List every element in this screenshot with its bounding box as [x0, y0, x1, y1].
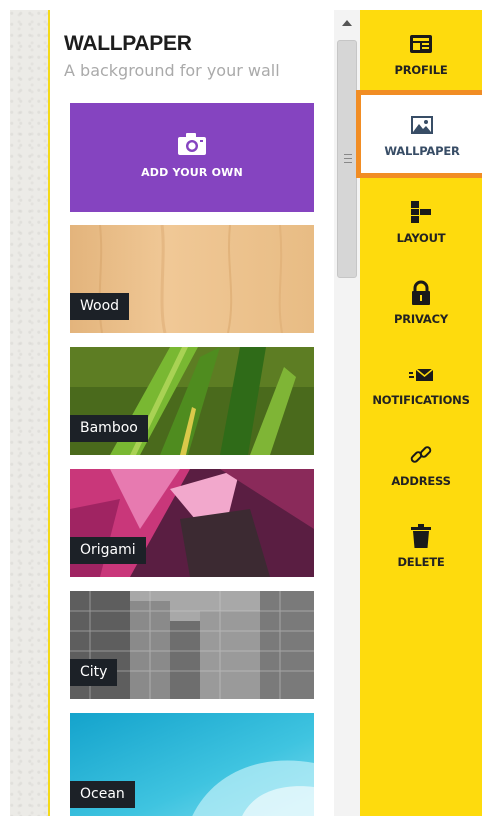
sidebar-item-label: LAYOUT: [396, 231, 446, 245]
tile-label: Wood: [70, 293, 130, 320]
sidebar-item-label: NOTIFICATIONS: [372, 393, 470, 407]
wallpaper-tile-wood[interactable]: Wood: [70, 225, 314, 333]
scroll-up-arrow-icon[interactable]: [342, 20, 352, 26]
sidebar-item-notifications[interactable]: NOTIFICATIONS: [360, 340, 482, 420]
sidebar-item-address[interactable]: ADDRESS: [360, 421, 482, 501]
tile-label: Ocean: [70, 781, 135, 808]
add-your-own-button[interactable]: ADD YOUR OWN: [70, 103, 314, 212]
sidebar-item-delete[interactable]: DELETE: [360, 502, 482, 582]
wallpaper-tile-ocean[interactable]: Ocean: [70, 713, 314, 816]
tile-label: City: [70, 659, 118, 686]
sidebar-item-label: ADDRESS: [391, 474, 451, 488]
panel-title: WALLPAPER: [64, 32, 192, 55]
trash-icon: [411, 524, 431, 548]
envelope-icon: [409, 368, 434, 381]
image-icon: [411, 116, 433, 134]
scrollbar-thumb[interactable]: [337, 40, 357, 278]
wallpaper-tile-bamboo[interactable]: Bamboo: [70, 347, 314, 455]
sidebar-item-layout[interactable]: LAYOUT: [360, 178, 482, 258]
wallpaper-tile-city[interactable]: City: [70, 591, 314, 699]
sidebar-item-privacy[interactable]: PRIVACY: [360, 259, 482, 339]
wallpaper-tile-origami[interactable]: Origami: [70, 469, 314, 577]
tile-label: Origami: [70, 537, 146, 564]
sidebar-item-wallpaper[interactable]: WALLPAPER: [356, 90, 482, 178]
sidebar-item-label: PRIVACY: [394, 312, 448, 326]
link-icon: [410, 446, 432, 463]
camera-icon: [178, 133, 206, 155]
settings-sidebar: PROFILE WALLPAPER LAYOUT PRIVACY NOTIFIC…: [356, 10, 482, 816]
lock-icon: [412, 280, 430, 305]
wallpaper-panel: WALLPAPER A background for your wall ADD…: [50, 10, 372, 816]
profile-card-icon: [410, 35, 432, 53]
sidebar-item-profile[interactable]: PROFILE: [360, 10, 482, 90]
tile-label: Bamboo: [70, 415, 148, 442]
grip-icon: [344, 154, 352, 163]
panel-subtitle: A background for your wall: [64, 61, 280, 80]
sidebar-item-label: PROFILE: [394, 63, 448, 77]
sidebar-item-label: DELETE: [397, 555, 445, 569]
settings-frame: WALLPAPER A background for your wall ADD…: [10, 10, 482, 816]
sidebar-item-label: WALLPAPER: [384, 144, 460, 158]
add-your-own-label: ADD YOUR OWN: [141, 166, 243, 179]
layout-icon: [411, 201, 431, 223]
wall-background: [10, 10, 48, 816]
